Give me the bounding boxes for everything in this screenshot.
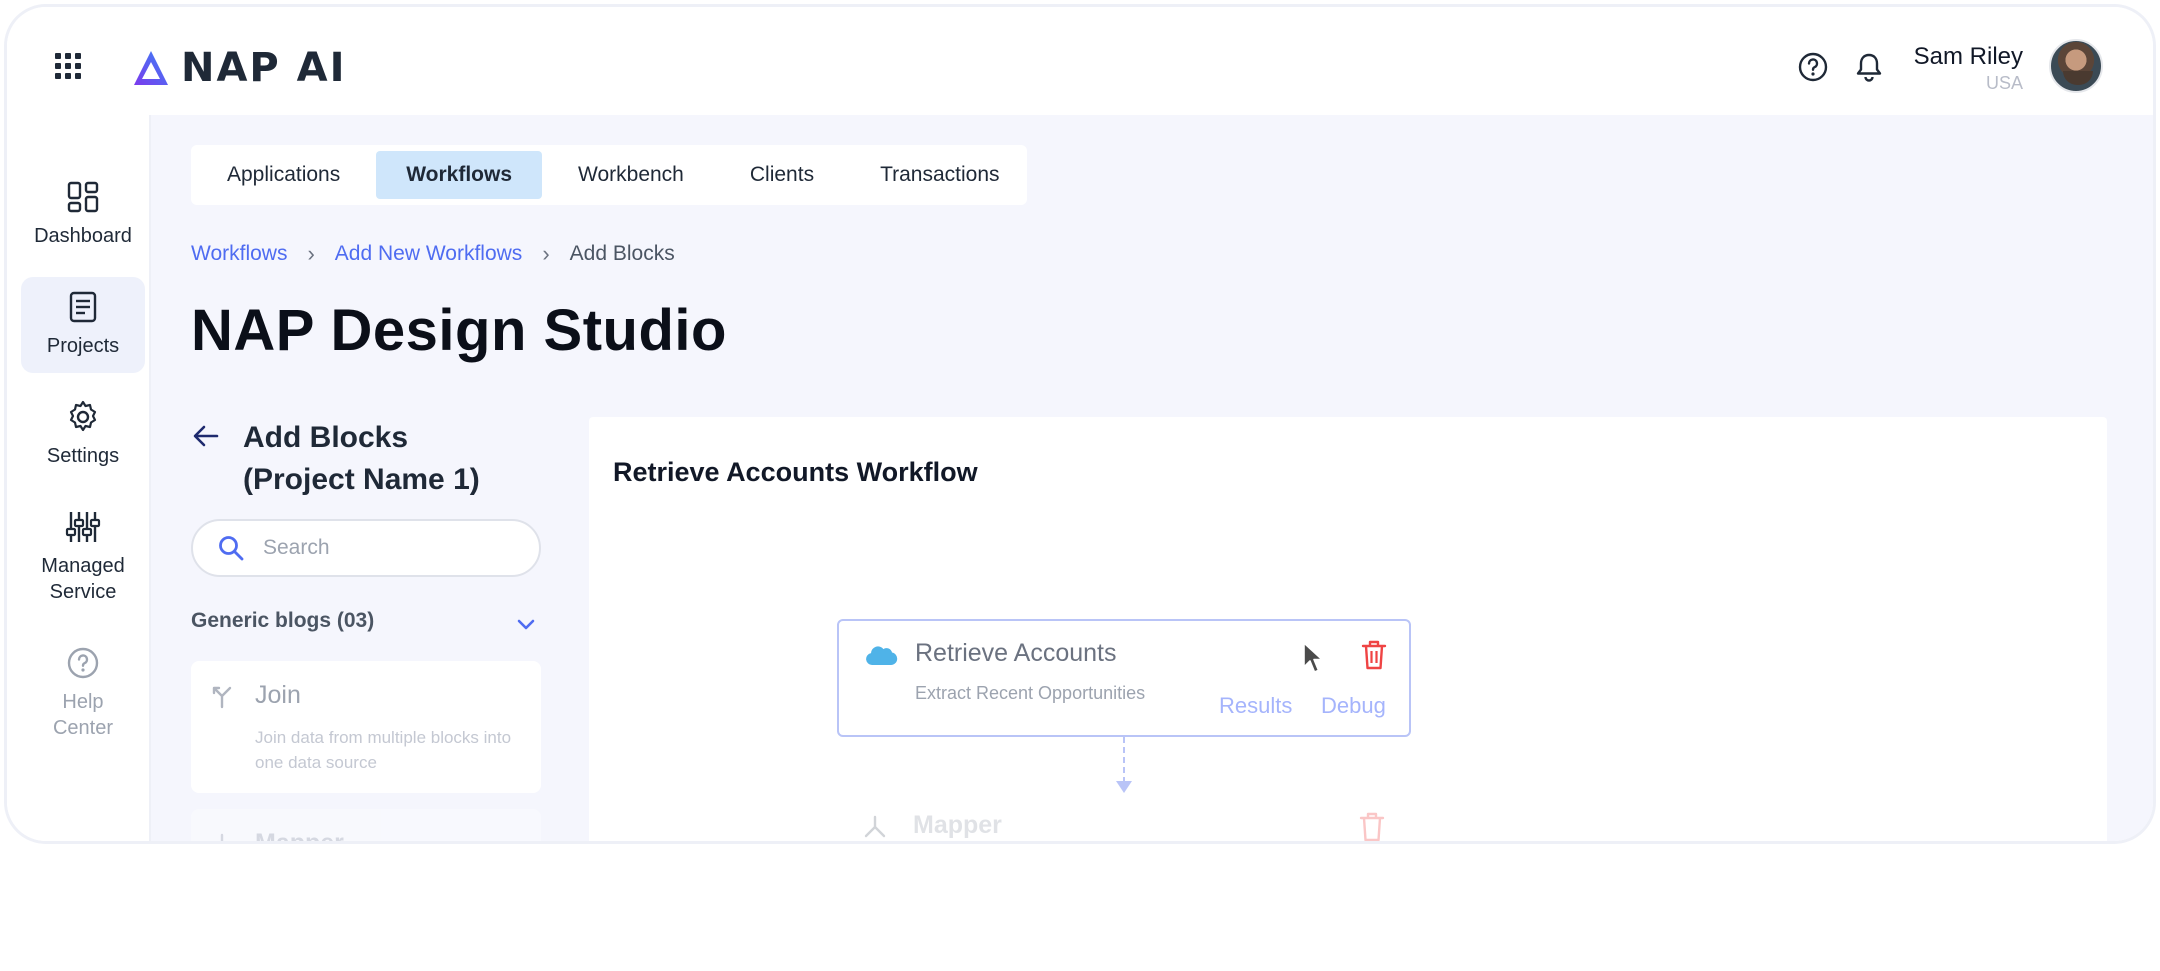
block-card-join[interactable]: Join Join data from multiple blocks into…: [191, 661, 541, 793]
workflow-node-retrieve-accounts[interactable]: Retrieve Accounts Extract Recent Opportu…: [837, 619, 1411, 737]
sliders-icon: [65, 512, 101, 542]
sidebar-item-label: Projects: [46, 335, 120, 357]
avatar[interactable]: [2049, 39, 2103, 93]
breadcrumb-current: Add Blocks: [569, 242, 675, 265]
node-subtitle: Extract Recent Opportunities: [915, 683, 1146, 703]
node-title: Mapper: [913, 811, 1002, 839]
logo-mark-icon: [134, 51, 168, 85]
merge-icon: [220, 833, 224, 841]
help-icon: [67, 647, 99, 679]
connector-arrow-icon: [1116, 781, 1132, 793]
sidebar-item-managed-service[interactable]: Managed Service: [21, 497, 145, 613]
sidebar-item-label: Managed Service: [41, 555, 125, 603]
apps-grid-icon[interactable]: [55, 53, 81, 79]
search-box: [191, 519, 541, 577]
block-name: Join: [255, 681, 301, 709]
chevron-right-icon: ›: [542, 241, 550, 266]
user-name[interactable]: Sam Riley: [1914, 43, 2023, 71]
block-group-title[interactable]: Generic blogs (03): [191, 609, 374, 633]
user-country: USA: [1985, 73, 2023, 93]
help-icon[interactable]: [1797, 51, 1829, 83]
gear-icon: [69, 400, 97, 432]
sidebar-item-label: Dashboard: [34, 225, 132, 247]
tab-workbench[interactable]: Workbench: [548, 151, 714, 199]
sidebar-item-label: Settings: [46, 445, 120, 467]
results-link[interactable]: Results: [1219, 693, 1292, 719]
sidebar: Dashboard Projects Settings Managed Serv…: [7, 115, 151, 841]
page-title: NAP Design Studio: [191, 298, 727, 363]
merge-icon: [212, 686, 232, 709]
blocks-panel-title: Add Blocks (Project Name 1): [243, 417, 480, 501]
block-name: Mapper: [255, 829, 344, 844]
tab-applications[interactable]: Applications: [197, 151, 370, 199]
sidebar-item-dashboard[interactable]: Dashboard: [21, 167, 145, 263]
app-frame: NAP AI Sam Riley USA Dashboard Projects …: [4, 4, 2156, 844]
sidebar-item-help-center[interactable]: Help Center: [21, 633, 145, 749]
sidebar-item-projects[interactable]: Projects: [21, 277, 145, 373]
main-content: Applications Workflows Workbench Clients…: [151, 115, 2153, 844]
trash-icon[interactable]: [1359, 639, 1389, 671]
breadcrumb: Workflows › Add New Workflows › Add Bloc…: [191, 241, 675, 267]
tab-bar: Applications Workflows Workbench Clients…: [191, 145, 1027, 205]
sidebar-item-label: Help Center: [52, 691, 114, 739]
tab-workflows[interactable]: Workflows: [376, 151, 543, 199]
projects-icon: [69, 291, 97, 323]
tab-clients[interactable]: Clients: [720, 151, 844, 199]
breadcrumb-workflows[interactable]: Workflows: [191, 242, 287, 266]
blocks-panel-title-line1: Add Blocks: [243, 421, 409, 454]
node-title: Retrieve Accounts: [915, 639, 1117, 667]
block-card-mapper[interactable]: Mapper: [191, 809, 541, 844]
dashboard-icon: [67, 181, 99, 213]
back-arrow-icon[interactable]: [191, 421, 221, 451]
debug-link[interactable]: Debug: [1321, 693, 1386, 719]
chevron-right-icon: ›: [307, 241, 315, 266]
tab-transactions[interactable]: Transactions: [850, 151, 1029, 199]
top-bar: NAP AI Sam Riley USA: [7, 7, 2153, 115]
breadcrumb-add-new-workflows[interactable]: Add New Workflows: [335, 242, 523, 266]
trash-icon[interactable]: [1357, 811, 1387, 843]
block-description: Join data from multiple blocks into one …: [255, 728, 512, 772]
blocks-panel-title-line2: (Project Name 1): [243, 463, 480, 496]
sidebar-item-settings[interactable]: Settings: [21, 387, 145, 483]
chevron-down-icon[interactable]: [515, 613, 537, 635]
workflow-canvas[interactable]: Retrieve Accounts Workflow Retrieve Acco…: [589, 417, 2107, 843]
salesforce-cloud-icon: [866, 646, 898, 665]
brand-name: NAP AI: [181, 45, 347, 91]
merge-icon: [864, 815, 886, 838]
search-input[interactable]: [263, 536, 503, 560]
brand-logo[interactable]: NAP AI: [131, 45, 347, 91]
mouse-cursor-icon: [1303, 642, 1323, 673]
bell-icon[interactable]: [1853, 51, 1885, 83]
search-icon: [219, 536, 244, 561]
workflow-node-mapper[interactable]: Mapper: [837, 805, 1411, 843]
node-connector: [1123, 737, 1125, 783]
workflow-title: Retrieve Accounts Workflow: [613, 457, 978, 487]
